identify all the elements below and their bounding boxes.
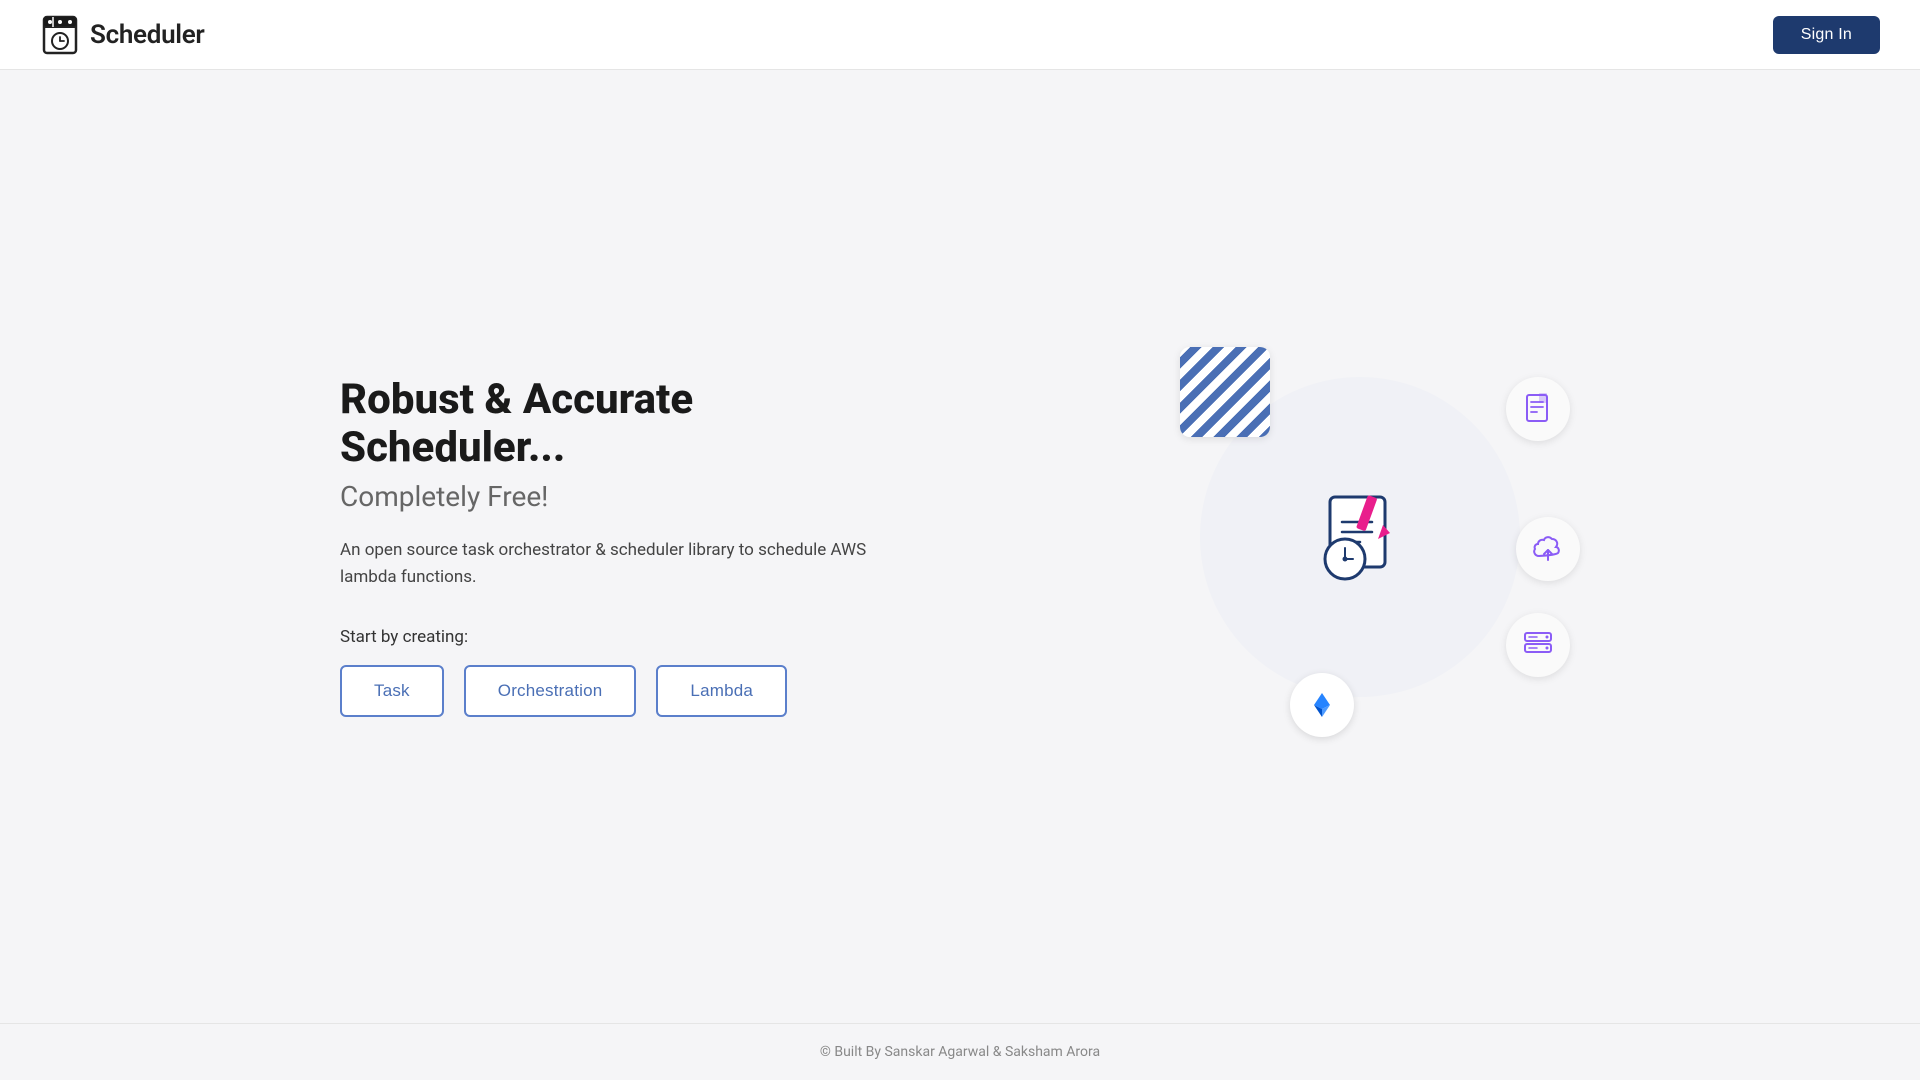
cta-buttons: Task Orchestration Lambda [340, 665, 900, 717]
hero-description: An open source task orchestrator & sched… [340, 537, 900, 591]
main-content: Robust & Accurate Scheduler... Completel… [260, 70, 1660, 1023]
header: Scheduler Sign In [0, 0, 1920, 70]
jira-icon [1304, 687, 1340, 723]
hero-left: Robust & Accurate Scheduler... Completel… [340, 376, 900, 718]
cloud-upload-icon [1529, 530, 1567, 568]
cloud-card [1516, 517, 1580, 581]
server-icon [1521, 628, 1555, 662]
sign-in-button[interactable]: Sign In [1773, 16, 1880, 54]
jira-card [1290, 673, 1354, 737]
hero-subtitle: Completely Free! [340, 480, 900, 513]
logo-label: Scheduler [90, 20, 204, 50]
document-icon [1521, 392, 1555, 426]
center-scheduler-icon [1300, 477, 1420, 597]
hero-title: Robust & Accurate Scheduler... [340, 376, 900, 473]
logo-icon [40, 15, 80, 55]
document-card [1506, 377, 1570, 441]
footer: © Built By Sanskar Agarwal & Saksham Aro… [0, 1023, 1920, 1080]
logo-area: Scheduler [40, 15, 204, 55]
task-button[interactable]: Task [340, 665, 444, 717]
striped-card [1180, 347, 1270, 437]
server-card [1506, 613, 1570, 677]
lambda-button[interactable]: Lambda [656, 665, 787, 717]
start-label: Start by creating: [340, 627, 900, 647]
stripes-pattern [1180, 347, 1270, 437]
hero-illustration [1160, 337, 1580, 757]
orchestration-button[interactable]: Orchestration [464, 665, 637, 717]
footer-text: © Built By Sanskar Agarwal & Saksham Aro… [820, 1044, 1100, 1060]
